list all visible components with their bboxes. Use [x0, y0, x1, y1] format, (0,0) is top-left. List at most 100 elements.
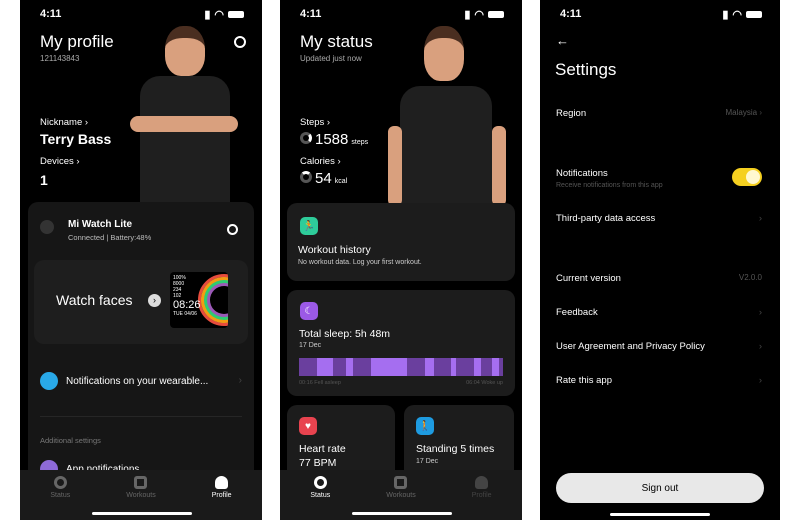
- signal-icon: ▮: [722, 8, 729, 21]
- sleep-segment: [491, 358, 499, 376]
- battery-icon: [228, 10, 244, 18]
- user-id: 121143843: [40, 54, 80, 63]
- signal-icon: ▮: [464, 8, 471, 21]
- steps-value: 1588 steps: [300, 131, 368, 148]
- sleep-segment: [473, 358, 481, 376]
- status-bar: 4:11 ▮ ◠: [560, 8, 762, 21]
- status-bar: 4:11 ▮ ◠: [300, 8, 504, 21]
- battery-icon: [746, 10, 762, 18]
- sleep-segment: [316, 358, 333, 376]
- heart-rate-value: 77 BPM: [299, 457, 337, 469]
- home-indicator: [92, 512, 192, 515]
- sleep-segment: [455, 358, 474, 376]
- watch-faces-card[interactable]: Watch faces › 100% 8000 234 102 08:26 TUE 04…: [34, 260, 248, 344]
- region-value: Malaysia: [725, 108, 758, 117]
- device-name[interactable]: Mi Watch Lite: [68, 219, 132, 230]
- chevron-right-icon: ›: [238, 375, 242, 386]
- status-screen: 4:11 ▮ ◠ My status Updated just now Steps …: [280, 0, 522, 520]
- sleep-segment: [406, 358, 425, 376]
- card-title: Workout history: [298, 244, 371, 256]
- additional-settings-label: Additional settings: [40, 436, 101, 445]
- wearable-notifications-link[interactable]: Notifications on your wearable...: [66, 376, 208, 387]
- feedback-row[interactable]: Feedback ›: [556, 307, 762, 318]
- sleep-stage-bar: [299, 358, 503, 376]
- tab-status[interactable]: Status: [290, 476, 350, 520]
- signal-icon: ▮: [204, 8, 211, 21]
- chevron-right-icon: ›: [148, 294, 161, 307]
- region-row[interactable]: Region Malaysia ›: [556, 108, 762, 119]
- sleep-segment: [424, 358, 434, 376]
- steps-ring-icon: [300, 132, 312, 144]
- card-date: 17 Dec: [299, 342, 322, 349]
- nickname-link[interactable]: Nickname ›: [40, 117, 88, 128]
- sync-icon[interactable]: [227, 224, 238, 235]
- workouts-icon: [394, 476, 408, 489]
- sleep-segment: [299, 358, 317, 376]
- sign-out-button[interactable]: Sign out: [556, 473, 764, 503]
- version-row: Current version V2.0.0: [556, 273, 762, 284]
- card-title: Total sleep: 5h 48m: [299, 328, 391, 340]
- page-title: Settings: [555, 60, 617, 79]
- avatar-illustration: [130, 26, 240, 206]
- watch-icon: [40, 220, 54, 234]
- third-party-row[interactable]: Third-party data access ›: [556, 213, 762, 224]
- card-subtitle: No workout data. Log your first workout.: [298, 259, 422, 266]
- calories-value: 54 kcal: [300, 170, 347, 187]
- page-title: My status: [300, 32, 373, 51]
- standing-person-icon: 🚶: [416, 417, 434, 435]
- running-icon: 🏃: [300, 217, 318, 235]
- calories-ring-icon: [300, 171, 312, 183]
- status-icon: [313, 476, 327, 489]
- wearable-notifications-icon: [40, 372, 58, 390]
- sleep-segment: [370, 358, 407, 376]
- devices-count: 1: [40, 172, 48, 188]
- version-value: V2.0.0: [738, 273, 762, 282]
- tab-profile[interactable]: Profile: [452, 476, 512, 520]
- tab-status[interactable]: Status: [30, 476, 90, 520]
- time: 4:11: [40, 8, 62, 20]
- sleep-segment: [498, 358, 503, 376]
- watch-face-preview: 100% 8000 234 102 08:26 TUE 04/06: [170, 272, 228, 328]
- wifi-icon: ◠: [732, 8, 742, 21]
- sleep-segment: [332, 358, 347, 376]
- wifi-icon: ◠: [214, 8, 224, 21]
- steps-link[interactable]: Steps ›: [300, 117, 330, 128]
- updated-text: Updated just now: [300, 54, 362, 63]
- heart-icon: ♥: [299, 417, 317, 435]
- moon-icon: ☾: [300, 302, 318, 320]
- settings-screen: 4:11 ▮ ◠ ← Settings Region Malaysia › Notif…: [540, 0, 780, 520]
- back-arrow-icon[interactable]: ←: [556, 33, 569, 48]
- device-status: Connected | Battery:48%: [68, 233, 152, 242]
- sleep-segment: [352, 358, 371, 376]
- agreement-row[interactable]: User Agreement and Privacy Policy ›: [556, 341, 762, 352]
- home-indicator: [610, 513, 710, 516]
- tab-profile[interactable]: Profile: [192, 476, 252, 520]
- workouts-icon: [134, 476, 148, 489]
- notifications-toggle[interactable]: [732, 168, 762, 186]
- page-title: My profile: [40, 32, 114, 51]
- wifi-icon: ◠: [474, 8, 484, 21]
- card-title: Heart rate: [299, 443, 346, 455]
- status-icon: [53, 476, 67, 489]
- calories-link[interactable]: Calories ›: [300, 156, 341, 167]
- profile-icon: [475, 476, 489, 489]
- status-bar: 4:11 ▮ ◠: [40, 8, 244, 21]
- sleep-end: 06:04 Woke up: [466, 380, 503, 386]
- profile-screen: 4:11 ▮ ◠ My profile 121143843 Nickname › T…: [20, 0, 262, 520]
- home-indicator: [352, 512, 452, 515]
- sleep-segment: [346, 358, 353, 376]
- card-title: Standing 5 times: [416, 443, 495, 455]
- sleep-segment: [480, 358, 492, 376]
- watch-faces-label: Watch faces: [56, 292, 133, 308]
- profile-icon: [215, 476, 229, 489]
- sleep-card[interactable]: ☾ Total sleep: 5h 48m 17 Dec 00:16 Fell …: [287, 290, 515, 396]
- rate-app-row[interactable]: Rate this app ›: [556, 375, 762, 386]
- battery-icon: [488, 10, 504, 18]
- divider: [40, 416, 242, 417]
- card-date: 17 Dec: [416, 458, 439, 465]
- nickname-value: Terry Bass: [40, 131, 112, 147]
- notifications-row: Notifications Receive notifications from …: [556, 168, 762, 190]
- workout-history-card[interactable]: 🏃 Workout history No workout data. Log y…: [287, 203, 515, 281]
- devices-link[interactable]: Devices ›: [40, 156, 80, 167]
- sleep-segment: [433, 358, 452, 376]
